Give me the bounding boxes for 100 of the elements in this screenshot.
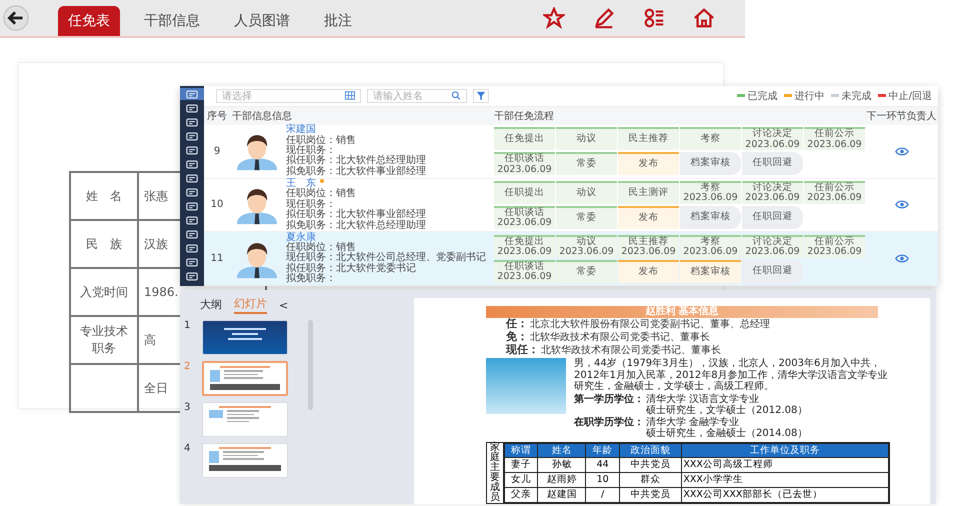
document-icon — [186, 216, 198, 224]
process-step: 讨论决定 2023.06.09 — [742, 234, 803, 258]
process-step: 民主推荐 2023.06.09 — [618, 234, 679, 258]
field-value: 高 — [144, 332, 156, 346]
detail-text: 任职岗位：销售 — [286, 136, 357, 146]
table-row[interactable]: 10 王 东 任职岗位：销售 现任职务： 拟任职务：北大软件事业部经理 拟免职务：北大软件总经理助理 任职提出 动议 民主测评 考察 2023.06.09 讨论决定 2023.06.09 任前公示 2023.06.09 任职谈话 2023.06.09 常委 发布 档案审核 任职回避 — [204, 178, 938, 232]
apps-icon[interactable] — [643, 7, 665, 29]
column-header: 下一环节负责人 — [866, 110, 938, 123]
legend-label: 未完成 — [842, 90, 872, 103]
appointment-text: 北软华政技术有限公司党委书记、董事长 — [541, 345, 721, 356]
star-icon[interactable] — [543, 7, 565, 29]
table-cell: 10 — [586, 472, 620, 487]
tab[interactable]: 大纲 — [200, 297, 222, 313]
column-header: 工作单位及职务 — [682, 443, 888, 457]
tab[interactable]: 批注 — [314, 6, 362, 36]
legend-label: 已完成 — [748, 90, 778, 103]
appointment-label: 任： — [506, 317, 528, 330]
process-step: 任免提出 2023.06.09 — [494, 234, 555, 258]
process-step: 讨论决定 2023.06.09 — [742, 127, 803, 150]
document-icon — [186, 244, 198, 252]
education-text: 清华大学 汉语言文学专业 — [646, 394, 760, 404]
appointment-label: 免： — [506, 330, 528, 343]
table-cell: 中共党员 — [619, 487, 682, 502]
slide-thumbnail[interactable] — [202, 402, 288, 437]
slide-thumbnail[interactable] — [202, 320, 288, 355]
table-cell: 赵建国 — [538, 487, 586, 502]
detail-text: 现任职务：北大软件公司总经理、党委副书记 — [286, 253, 486, 264]
slide-thumbnail[interactable] — [202, 443, 288, 478]
process-step: 任职回避 — [742, 260, 803, 283]
column-header: 年龄 — [586, 443, 620, 457]
table-cell: 赵雨婷 — [538, 472, 586, 487]
column-header: 姓名 — [538, 443, 586, 457]
collapse-button[interactable]: < — [279, 298, 288, 312]
column-header: 序号 — [206, 110, 228, 123]
process-step: 任职回避 — [742, 206, 803, 229]
home-icon[interactable] — [693, 7, 715, 29]
document-icon — [186, 272, 198, 280]
tab[interactable]: 人员图谱 — [224, 6, 300, 36]
detail-text: 拟任职务：北大软件事业部经理 — [286, 210, 426, 220]
family-label: 家庭主要成员 — [490, 442, 500, 502]
table-cell: XXX小学学生 — [682, 472, 888, 487]
eye-icon[interactable] — [894, 200, 908, 210]
table-row[interactable]: 11 夏永康 任职岗位：销售 现任职务：北大软件公司总经理、党委副书记 拟任职务：北大软件党委书记 拟免职务： 任免提出 2023.06.09 动议 2023.06.09 民主推荐 2023.06.09 考察 2023.06.09 讨论决定 2023.06.09 任前公示 2023.06.09 任职谈话 2023.06.09 常委 发布 档案审核 任职回避 — [204, 232, 938, 286]
process-step: 档案审核 — [680, 206, 741, 229]
education-label: 在职学历学位： — [574, 416, 644, 430]
table-cell: 44 — [586, 457, 620, 472]
cadre-name-link[interactable]: 宋建国 — [286, 125, 316, 136]
column-header: 称谓 — [504, 443, 538, 457]
process-step: 任前公示 2023.06.09 — [804, 127, 865, 150]
slide-number: 1 — [184, 320, 192, 331]
process-step: 发布 — [618, 206, 679, 229]
eye-icon[interactable] — [894, 254, 908, 264]
eye-icon[interactable] — [894, 146, 908, 156]
grid-icon — [345, 91, 355, 100]
detail-text: 现任职务： — [286, 200, 336, 210]
process-step: 任职谈话 2023.06.09 — [494, 152, 555, 176]
process-step: 动议 — [556, 180, 617, 204]
column-header: 政治面貌 — [619, 443, 682, 457]
education-text: 清华大学 金融学专业 — [646, 416, 740, 428]
row-number: 11 — [210, 253, 224, 264]
table-cell: XXX公司高级工程师 — [682, 457, 888, 472]
appointment-text: 北京北大软件股份有限公司党委副书记、董事、总经理 — [530, 319, 770, 330]
process-step: 任职谈话 2023.06.09 — [494, 206, 555, 229]
document-icon — [186, 174, 198, 182]
process-step: 讨论决定 2023.06.09 — [742, 180, 803, 204]
filter-button[interactable] — [473, 88, 489, 103]
table-cell: 父亲 — [504, 487, 538, 502]
search-icon — [451, 91, 461, 100]
table-cell: 孙敏 — [538, 457, 586, 472]
detail-text: 任职岗位：销售 — [286, 189, 357, 200]
field-value: 张惠 — [144, 188, 168, 202]
slide-title: 赵胜利 基本信息 — [486, 306, 878, 318]
process-step: 任职提出 — [494, 180, 555, 204]
process-step: 任免提出 — [494, 127, 555, 150]
legend-label: 进行中 — [794, 90, 825, 103]
document-icon — [186, 258, 198, 266]
field-label: 姓 名 — [85, 188, 123, 204]
detail-text: 拟免职务：北大软件总经理助理 — [286, 220, 426, 231]
field-label: 民 族 — [85, 236, 123, 252]
field-value: 汉族 — [144, 236, 168, 250]
process-step: 常委 — [556, 260, 617, 283]
slide-number: 4 — [184, 443, 192, 454]
process-step: 档案审核 — [680, 260, 741, 283]
education-text: 硕士研究生，金融硕士（2014.08） — [646, 428, 808, 440]
document-icon — [186, 90, 198, 98]
document-icon — [186, 104, 198, 112]
process-step: 动议 — [556, 127, 617, 150]
slide-thumbnail[interactable] — [202, 361, 288, 396]
document-icon — [186, 230, 198, 238]
process-step: 任职谈话 2023.06.09 — [494, 260, 555, 283]
process-step: 任前公示 2023.06.09 — [804, 234, 865, 258]
detail-text: 拟免职务： — [286, 274, 337, 285]
document-icon — [186, 188, 198, 196]
scrollbar[interactable] — [308, 320, 313, 410]
table-cell: 中共党员 — [619, 457, 682, 472]
tab[interactable]: 干部信息 — [134, 6, 210, 36]
tab[interactable]: 任免表 — [58, 6, 120, 36]
pen-icon[interactable] — [593, 7, 615, 29]
table-row[interactable]: 9 宋建国 任职岗位：销售 现任职务： 拟任职务：北大软件总经理助理 拟免职务：北大软件事业部经理 任免提出 动议 民主推荐 考察 讨论决定 2023.06.09 任前公示 2023.06.09 任职谈话 2023.06.09 常委 发布 档案审核 任职回避 — [204, 124, 938, 179]
process-step: 任职回避 — [742, 152, 803, 176]
